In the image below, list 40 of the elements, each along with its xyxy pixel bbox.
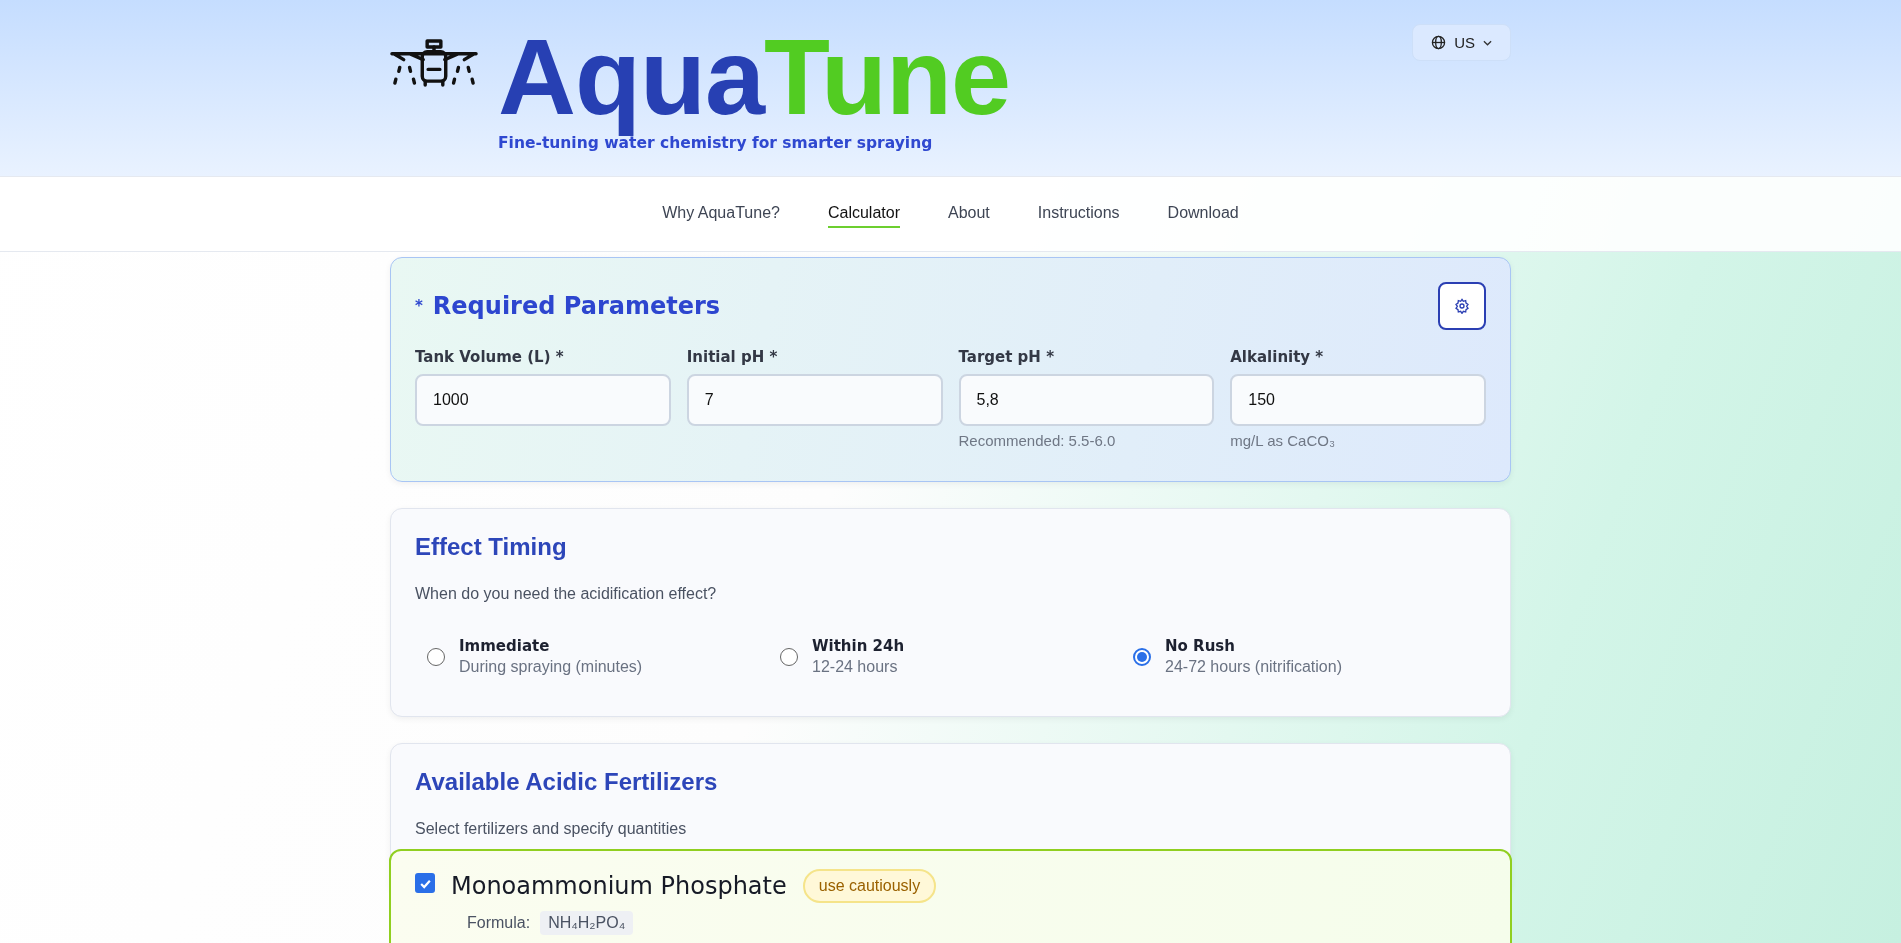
section-title: Available Acidic Fertilizers (415, 768, 719, 796)
nav-link[interactable]: About (947, 200, 990, 228)
option-label: Within 24h (812, 637, 905, 655)
formula-tag: NH₄H₂PO₄ (540, 911, 634, 935)
field-label: Tank Volume (L) * (415, 348, 565, 366)
field-label: Target pH * (958, 348, 1055, 366)
section-title: Effect Timing (415, 533, 568, 561)
field-label: Alkalinity * (1230, 348, 1325, 366)
nav-link[interactable]: Calculator (827, 200, 900, 228)
checkbox[interactable] (415, 873, 435, 893)
option-label: Immediate (459, 637, 551, 655)
input-field[interactable]: 7 (686, 374, 943, 426)
section-subtitle: Select fertilizers and specify quantities (415, 820, 688, 838)
settings-button[interactable] (1438, 282, 1486, 330)
nav-link[interactable]: Instructions (1037, 200, 1120, 228)
input-field[interactable]: 1000 (415, 374, 671, 426)
fertilizer-name: Monoammonium Phosphate (451, 872, 787, 900)
option-detail: 24-72 hours (nitrification) (1165, 658, 1342, 676)
globe-icon (1431, 35, 1447, 50)
section-question: When do you need the acidification effect? (415, 585, 718, 603)
radio-button[interactable] (427, 647, 445, 666)
field-label: Initial pH * (686, 348, 779, 366)
radio-button[interactable] (780, 647, 798, 666)
field-hint: mg/L as CaCO₃ (1230, 432, 1336, 449)
nav-link[interactable]: Download (1167, 200, 1239, 228)
input-field[interactable]: 5,8 (958, 374, 1215, 426)
section-title: Required Parameters (432, 292, 721, 320)
chevron-down-icon (1483, 39, 1492, 46)
language-selector[interactable]: US (1412, 24, 1511, 61)
settings-icon (1454, 298, 1470, 314)
option-label: No Rush (1165, 637, 1236, 655)
field-hint: Recommended: 5.5-6.0 (958, 432, 1117, 449)
input-field[interactable]: 150 (1230, 374, 1486, 426)
radio-button[interactable] (1133, 647, 1151, 666)
option-detail: During spraying (minutes) (459, 658, 643, 676)
nav-link[interactable]: Why AquaTune? (662, 200, 780, 228)
caution-badge: use cautiously (802, 869, 937, 903)
required-marker: * (415, 297, 423, 315)
option-detail: 12-24 hours (812, 658, 899, 676)
formula-label: Formula: (467, 914, 531, 932)
